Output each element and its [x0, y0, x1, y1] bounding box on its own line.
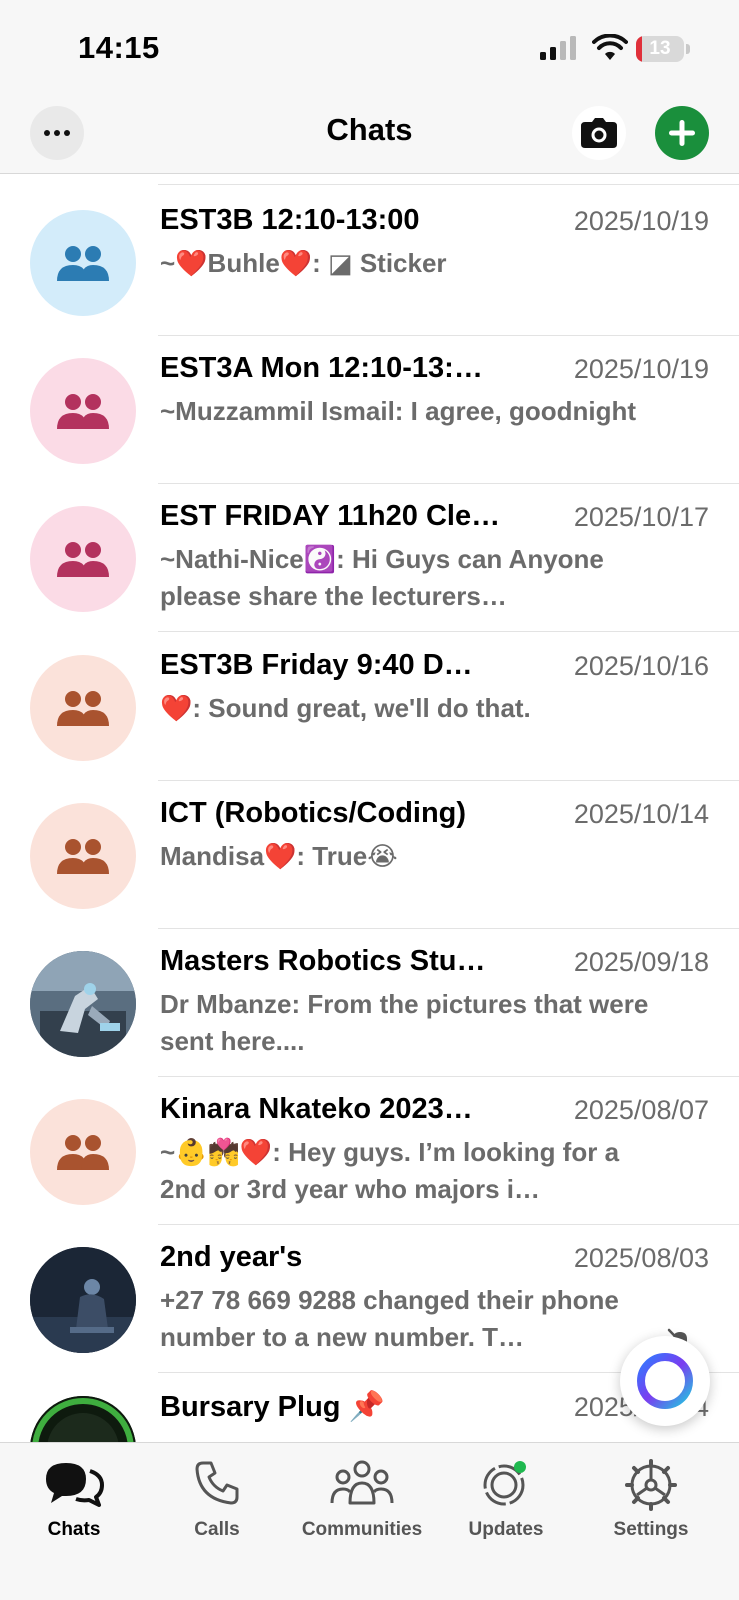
chat-row[interactable]: EST3B Friday 9:40 D… 2025/10/16 ❤️: Sound … [0, 630, 739, 781]
chat-avatar[interactable] [30, 1099, 136, 1206]
tab-label: Communities [301, 1519, 423, 1540]
group-icon [57, 1135, 109, 1171]
chat-row[interactable]: EST3B 12:10-13:00 2025/10/19 ~❤️Buhle❤️: ◪… [0, 185, 739, 336]
meta-ai-button[interactable] [620, 1336, 710, 1426]
communities-icon [288, 1459, 436, 1511]
group-icon [57, 394, 109, 430]
ellipsis-icon [44, 130, 50, 136]
chat-avatar[interactable] [30, 802, 136, 909]
chat-list[interactable]: EST3B 12:10-13:00 2025/10/19 ~❤️Buhle❤️: ◪… [0, 174, 739, 1442]
chat-avatar[interactable] [30, 1247, 136, 1354]
tab-label: Chats [47, 1519, 101, 1540]
tab-updates[interactable]: Updates [432, 1443, 580, 1553]
chat-date: 2025/08/07 [573, 1095, 709, 1126]
chat-name: ICT (Robotics/Coding) [160, 796, 467, 829]
tab-settings[interactable]: Settings [577, 1443, 725, 1553]
updates-icon [432, 1459, 580, 1511]
tab-label: Updates [468, 1519, 544, 1540]
chat-date: 2025/09/18 [573, 947, 709, 977]
tab-label: Calls [194, 1519, 240, 1540]
chats-icon [0, 1459, 148, 1511]
chat-row[interactable]: EST FRIDAY 11h20 Cle… 2025/10/17 ~Nathi-Ni… [0, 481, 739, 633]
tab-chats[interactable]: Chats [0, 1443, 148, 1553]
chat-name: Bursary Plug 📌 [160, 1390, 385, 1423]
chat-row[interactable]: Masters Robotics Stu… 2025/09/18 Dr Mbanze… [0, 926, 739, 1077]
chat-last-message: ~Nathi-Nice☯️: Hi Guys can Anyone please… [160, 544, 604, 612]
chat-name: EST3A Mon 12:10-13:… [160, 352, 483, 385]
chat-row[interactable]: EST3A Mon 12:10-13:… 2025/10/19 ~Muzzammil… [0, 333, 739, 485]
plus-icon [669, 120, 695, 146]
chat-last-message: ~👶💏❤️: Hey guys. I’m looking for a 2nd o… [160, 1137, 620, 1205]
camera-button[interactable] [572, 106, 626, 160]
settings-icon [577, 1459, 725, 1511]
status-bar: 14:15 13 [0, 0, 739, 96]
chat-row[interactable]: ICT (Robotics/Coding) 2025/10/14 Mandisa❤️… [0, 778, 739, 929]
battery-indicator: 13 [636, 36, 690, 62]
tab-communities[interactable]: Communities [288, 1443, 436, 1553]
group-icon [57, 542, 109, 578]
chat-last-message: +27 78 669 9288 changed their phone numb… [160, 1285, 619, 1353]
ellipsis-dot [54, 130, 60, 136]
phone-icon [143, 1459, 291, 1511]
chat-name: Kinara Nkateko 2023… [160, 1093, 473, 1126]
chats-header: Chats [0, 96, 739, 174]
chat-last-message: ❤️: Sound great, we'll do that. [160, 692, 531, 723]
chat-name: 2nd year's [160, 1241, 303, 1274]
chat-date: 2025/10/19 [573, 206, 709, 236]
page-title: Chats [326, 112, 413, 147]
group-photo-night [30, 1247, 136, 1354]
chat-name: EST3B 12:10-13:00 [160, 204, 420, 236]
chat-date: 2025/08/03 [573, 1243, 709, 1274]
chat-name: EST FRIDAY 11h20 Cle… [160, 500, 501, 533]
new-chat-button[interactable] [655, 106, 709, 160]
group-photo-badge [30, 1395, 136, 1442]
chat-date: 2025/10/16 [573, 650, 709, 681]
ellipsis-dot [64, 130, 70, 136]
tab-bar: Chats Calls Communities Updates Settings [0, 1442, 739, 1600]
chat-row[interactable]: 2nd year's 2025/08/03 +27 78 669 9288 chan… [0, 1222, 739, 1374]
chat-date: 2025/10/19 [573, 354, 709, 385]
group-icon [57, 246, 109, 281]
wifi-icon [592, 34, 628, 60]
chat-name: Masters Robotics Stu… [160, 945, 486, 977]
more-options-button[interactable] [30, 106, 84, 160]
cellular-signal-icon [540, 36, 576, 60]
chat-last-message: Mandisa❤️: True😭 [160, 840, 398, 871]
chat-name: EST3B Friday 9:40 D… [160, 648, 473, 681]
group-icon [57, 838, 109, 874]
tab-calls[interactable]: Calls [143, 1443, 291, 1553]
chat-row[interactable]: Kinara Nkateko 2023… 2025/08/07 ~👶💏❤️: Hey… [0, 1074, 739, 1226]
group-photo-robot [30, 951, 136, 1057]
chat-avatar[interactable] [30, 654, 136, 761]
chat-last-message: ~Muzzammil Ismail: I agree, goodnight [160, 396, 637, 427]
tab-label: Settings [613, 1519, 689, 1540]
chat-avatar[interactable] [30, 358, 136, 465]
battery-level: 13 [649, 38, 671, 59]
chat-date: 2025/10/14 [573, 798, 709, 829]
camera-icon [581, 118, 617, 148]
status-time: 14:15 [78, 30, 160, 65]
chat-date: 2025/10/17 [573, 502, 709, 533]
meta-ai-ring-icon [637, 1353, 693, 1409]
chat-avatar[interactable] [30, 506, 136, 613]
chat-avatar[interactable] [30, 951, 136, 1057]
group-icon [57, 690, 109, 726]
chat-avatar[interactable] [30, 1395, 136, 1442]
chat-avatar[interactable] [30, 210, 136, 316]
chat-last-message: ~❤️Buhle❤️: ◪ Sticker [160, 248, 447, 278]
chat-last-message: Dr Mbanze: From the pictures that were s… [160, 989, 649, 1056]
